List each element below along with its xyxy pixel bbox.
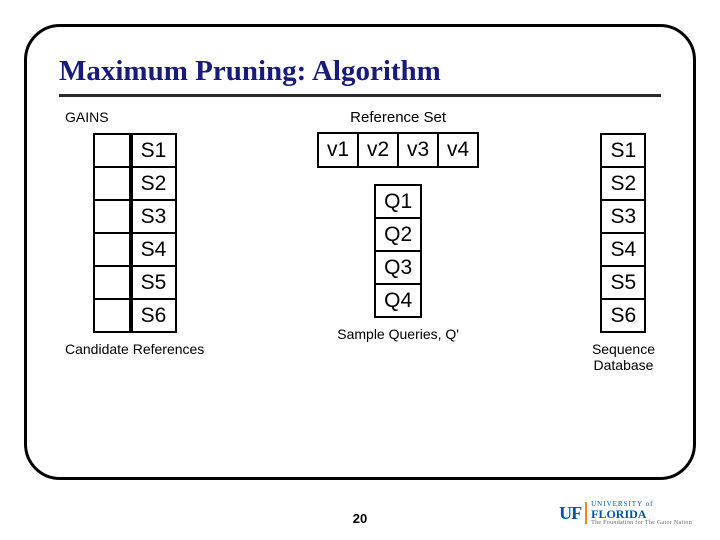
query-table: Q1 Q2 Q3 Q4 <box>374 184 422 318</box>
sequence-cell: S2 <box>601 167 645 200</box>
table-row <box>94 134 130 167</box>
reference-cell: v4 <box>438 133 478 167</box>
candidate-references-label: Candidate References <box>65 341 204 357</box>
table-row: Q2 <box>375 218 421 251</box>
table-row: S5 <box>132 266 176 299</box>
candidate-cell: S6 <box>132 299 176 332</box>
gains-column: GAINS S1 S2 S3 S4 S5 S6 <box>65 109 204 357</box>
logo-divider <box>585 502 587 524</box>
gains-label: GAINS <box>65 109 109 127</box>
sequence-cell: S1 <box>601 134 645 167</box>
candidate-tables: S1 S2 S3 S4 S5 S6 <box>93 133 177 333</box>
sequence-cell: S6 <box>601 299 645 332</box>
sequence-cell: S5 <box>601 266 645 299</box>
logo-florida: FLORIDA <box>591 508 692 520</box>
candidate-cell: S2 <box>132 167 176 200</box>
table-row: S6 <box>132 299 176 332</box>
uf-logo: UF UNIVERSITY of FLORIDA The Foundation … <box>559 500 692 526</box>
table-row <box>94 200 130 233</box>
logo-tagline: The Foundation for The Gator Nation <box>591 520 692 526</box>
slide-title: Maximum Pruning: Algorithm <box>59 55 661 88</box>
table-row: Q1 <box>375 185 421 218</box>
table-row: Q4 <box>375 284 421 317</box>
query-cell: Q2 <box>375 218 421 251</box>
logo-text: UNIVERSITY of FLORIDA The Foundation for… <box>591 500 692 526</box>
table-row: S4 <box>132 233 176 266</box>
reference-cell: v3 <box>398 133 438 167</box>
table-row <box>94 299 130 332</box>
table-row <box>94 233 130 266</box>
sequence-cell: S4 <box>601 233 645 266</box>
reference-cell: v1 <box>318 133 358 167</box>
candidate-cell: S3 <box>132 200 176 233</box>
page-number: 20 <box>353 511 367 526</box>
table-row: S2 <box>132 167 176 200</box>
table-row: S3 <box>132 200 176 233</box>
table-row: v1 v2 v3 v4 <box>318 133 478 167</box>
content-area: GAINS S1 S2 S3 S4 S5 S6 <box>59 109 661 373</box>
title-underline <box>59 94 661 97</box>
table-row <box>94 266 130 299</box>
middle-column: Reference Set v1 v2 v3 v4 Q1 Q2 Q3 Q4 Sa… <box>224 109 572 342</box>
query-cell: Q1 <box>375 185 421 218</box>
table-row: S1 <box>132 134 176 167</box>
table-row: S1 <box>601 134 645 167</box>
reference-cell: v2 <box>358 133 398 167</box>
spacer <box>622 109 626 127</box>
table-row <box>94 167 130 200</box>
table-row: Q3 <box>375 251 421 284</box>
candidate-cell: S5 <box>132 266 176 299</box>
sequence-cell: S3 <box>601 200 645 233</box>
table-row: S2 <box>601 167 645 200</box>
sample-queries-label: Sample Queries, Q' <box>337 326 459 342</box>
query-cell: Q3 <box>375 251 421 284</box>
sequence-column: S1 S2 S3 S4 S5 S6 Sequence Database <box>592 109 655 373</box>
query-cell: Q4 <box>375 284 421 317</box>
table-row: S4 <box>601 233 645 266</box>
reference-set-label: Reference Set <box>350 109 446 126</box>
sequence-table: S1 S2 S3 S4 S5 S6 <box>600 133 646 333</box>
candidate-table: S1 S2 S3 S4 S5 S6 <box>131 133 177 333</box>
gains-table <box>93 133 131 333</box>
table-row: S6 <box>601 299 645 332</box>
table-row: S3 <box>601 200 645 233</box>
reference-set-table: v1 v2 v3 v4 <box>317 132 479 168</box>
slide-frame: Maximum Pruning: Algorithm GAINS S1 S2 S… <box>24 24 696 480</box>
sequence-database-label: Sequence Database <box>592 341 655 373</box>
logo-uf-mark: UF <box>559 503 581 524</box>
candidate-cell: S4 <box>132 233 176 266</box>
candidate-cell: S1 <box>132 134 176 167</box>
table-row: S5 <box>601 266 645 299</box>
